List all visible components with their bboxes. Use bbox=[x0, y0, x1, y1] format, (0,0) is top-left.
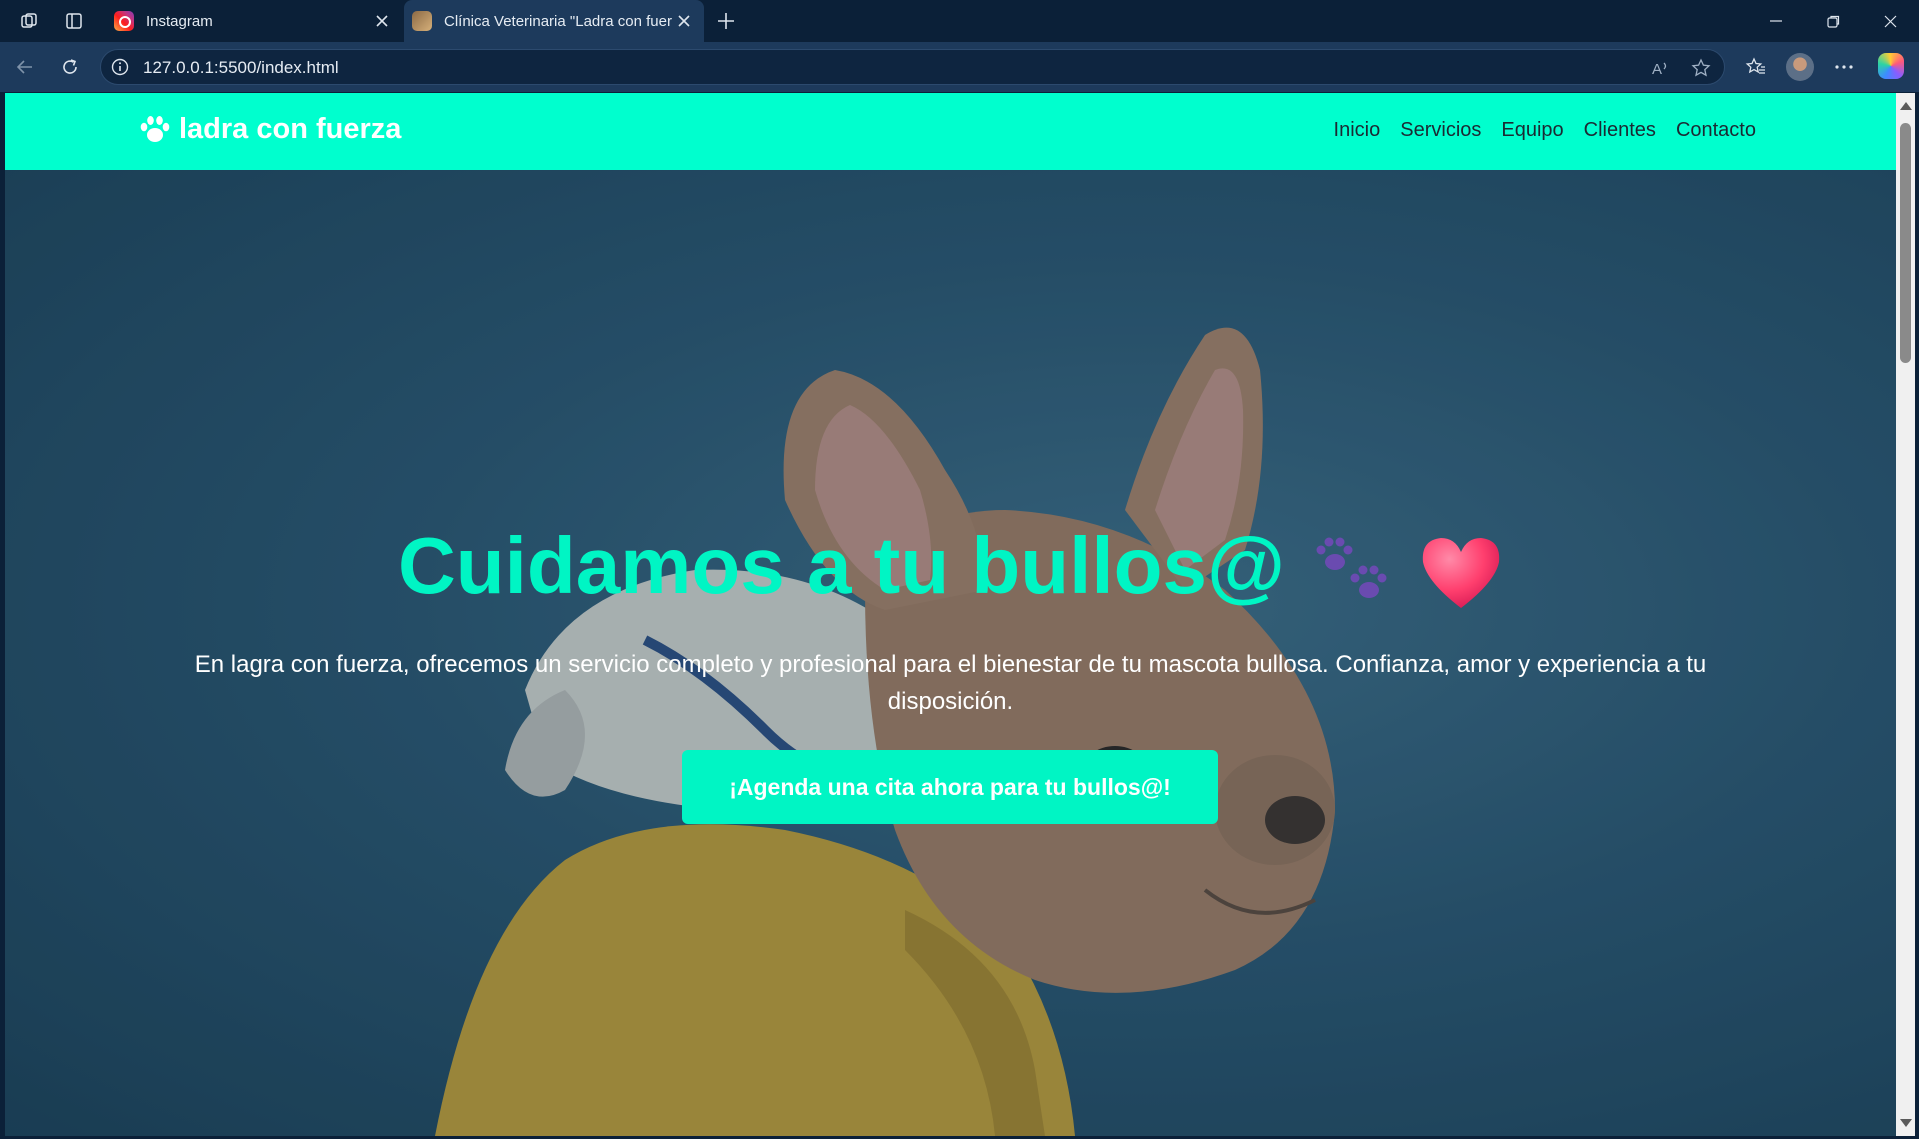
scroll-down-arrow-icon[interactable] bbox=[1900, 1119, 1912, 1127]
close-tab-icon[interactable] bbox=[370, 9, 394, 33]
address-bar[interactable]: 127.0.0.1:5500/index.html A bbox=[100, 49, 1725, 85]
workspaces-icon[interactable] bbox=[16, 8, 42, 34]
hero-description: En lagra con fuerza, ofrecemos un servic… bbox=[194, 651, 1707, 715]
favorite-star-icon[interactable] bbox=[1689, 56, 1713, 80]
site-info-icon[interactable] bbox=[111, 58, 129, 76]
refresh-button[interactable] bbox=[55, 52, 85, 82]
site-logo[interactable]: ladra con fuerza bbox=[139, 113, 401, 146]
copilot-icon[interactable] bbox=[1878, 53, 1904, 79]
nav-link-inicio[interactable]: Inicio bbox=[1334, 119, 1381, 142]
tab-veterinaria[interactable]: Clínica Veterinaria "Ladra con fuer bbox=[404, 0, 704, 42]
nav-link-contacto[interactable]: Contacto bbox=[1676, 119, 1756, 142]
profile-avatar[interactable] bbox=[1786, 53, 1814, 81]
restore-button[interactable] bbox=[1805, 0, 1861, 42]
paw-prints-icon bbox=[1316, 537, 1387, 598]
instagram-icon bbox=[114, 11, 134, 31]
vet-clinic-favicon bbox=[412, 11, 432, 31]
browser-toolbar: 127.0.0.1:5500/index.html A bbox=[0, 42, 1919, 92]
svg-text:A: A bbox=[1652, 61, 1662, 78]
nav-link-clientes[interactable]: Clientes bbox=[1584, 119, 1656, 142]
tab-title: Instagram bbox=[146, 12, 213, 30]
main-nav: Inicio Servicios Equipo Clientes Contact… bbox=[1334, 119, 1756, 142]
url-text[interactable]: 127.0.0.1:5500/index.html bbox=[143, 58, 339, 78]
hero-section: Cuidamos a tu bullos@ En lagra con fuerz… bbox=[5, 170, 1896, 1136]
nav-link-equipo[interactable]: Equipo bbox=[1501, 119, 1563, 142]
heart-icon bbox=[1422, 537, 1500, 608]
minimize-button[interactable] bbox=[1748, 0, 1804, 42]
read-aloud-icon[interactable]: A bbox=[1648, 56, 1672, 80]
brand-name: ladra con fuerza bbox=[179, 113, 402, 145]
close-tab-icon[interactable] bbox=[672, 9, 696, 33]
favorites-icon[interactable] bbox=[1742, 53, 1770, 81]
scroll-up-arrow-icon[interactable] bbox=[1900, 102, 1912, 110]
page-viewport: ladra con fuerza Inicio Servicios Equipo… bbox=[5, 93, 1896, 1136]
browser-tab-strip: Instagram Clínica Veterinaria "Ladra con… bbox=[0, 0, 1919, 42]
more-options-icon[interactable] bbox=[1830, 53, 1858, 81]
tab-instagram[interactable]: Instagram bbox=[106, 0, 402, 42]
scrollbar-thumb[interactable] bbox=[1900, 123, 1911, 363]
site-header: ladra con fuerza Inicio Servicios Equipo… bbox=[5, 93, 1896, 170]
close-window-button[interactable] bbox=[1862, 0, 1918, 42]
paw-icon bbox=[140, 115, 170, 142]
nav-link-servicios[interactable]: Servicios bbox=[1400, 119, 1481, 142]
page-scrollbar[interactable] bbox=[1896, 93, 1915, 1136]
back-button[interactable] bbox=[10, 52, 40, 82]
vertical-tabs-icon[interactable] bbox=[61, 8, 87, 34]
book-appointment-button[interactable]: ¡Agenda una cita ahora para tu bullos@! bbox=[682, 750, 1218, 824]
tab-title: Clínica Veterinaria "Ladra con fuer bbox=[444, 12, 672, 30]
hero-title: Cuidamos a tu bullos@ bbox=[5, 520, 1896, 612]
hero-title-text: Cuidamos a tu bullos@ bbox=[398, 521, 1285, 610]
new-tab-button[interactable] bbox=[712, 7, 740, 35]
